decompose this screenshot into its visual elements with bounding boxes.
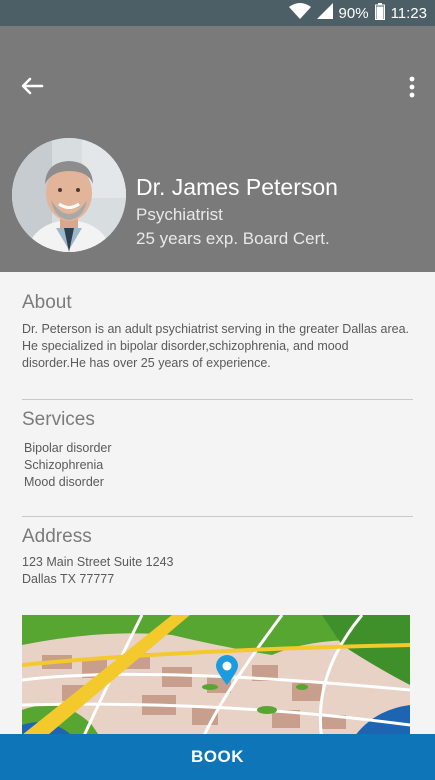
doctor-experience: 25 years exp. Board Cert. <box>136 229 330 248</box>
list-item: Bipolar disorder <box>24 441 112 455</box>
signal-icon <box>316 3 333 23</box>
divider <box>22 399 413 400</box>
services-list: Bipolar disorder Schizophrenia Mood diso… <box>24 440 112 491</box>
address-heading: Address <box>22 526 92 547</box>
battery-percent: 90% <box>338 4 369 22</box>
services-heading: Services <box>22 409 95 430</box>
book-button[interactable]: BOOK <box>0 734 435 780</box>
status-bar: 90% 11:23 <box>0 0 435 26</box>
list-item: Schizophrenia <box>24 458 104 472</box>
overflow-menu-button[interactable] <box>407 76 417 98</box>
clock: 11:23 <box>390 4 427 22</box>
battery-icon <box>374 2 385 24</box>
more-vert-icon <box>407 76 417 102</box>
about-text: Dr. Peterson is an adult psychiatrist se… <box>22 322 409 370</box>
status-icons: 90% 11:23 <box>288 0 427 26</box>
address-line: Dallas TX 77777 <box>22 572 115 586</box>
address-text: 123 Main Street Suite 1243 Dallas TX 777… <box>22 554 174 588</box>
doctor-name: Dr. James Peterson <box>136 174 338 200</box>
back-button[interactable] <box>18 74 46 98</box>
map-view[interactable] <box>22 615 410 740</box>
arrow-left-icon <box>18 77 46 102</box>
list-item: Mood disorder <box>24 475 104 489</box>
divider <box>22 516 413 517</box>
about-heading: About <box>22 292 72 313</box>
map-pin-icon[interactable] <box>216 655 238 690</box>
address-line: 123 Main Street Suite 1243 <box>22 555 174 569</box>
wifi-icon <box>288 3 311 23</box>
doctor-avatar <box>12 138 126 252</box>
doctor-specialty: Psychiatrist <box>136 205 223 224</box>
